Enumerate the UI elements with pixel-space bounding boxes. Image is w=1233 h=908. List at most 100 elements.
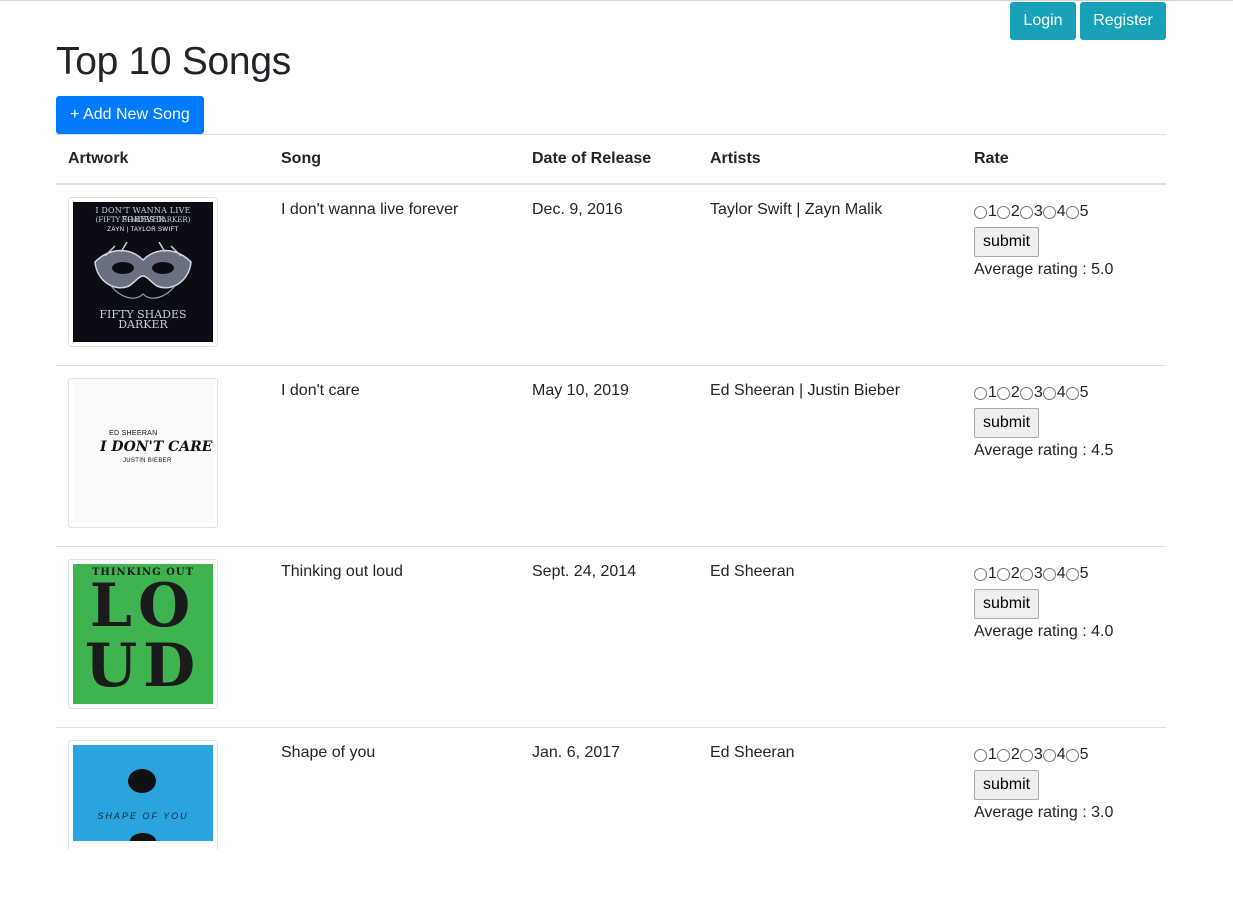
average-rating: Average rating : 4.5 [974,442,1154,460]
rating-radio-5[interactable] [1066,749,1079,762]
songs-table: Artwork Song Date of Release Artists Rat… [56,134,1166,908]
rate-cell: 1 2 3 4 5 submit Average rating : 3.0 [962,728,1166,908]
submit-rating-button[interactable]: submit [974,227,1039,257]
artists: Ed Sheeran [698,547,962,728]
artists: Taylor Swift | Zayn Malik [698,184,962,366]
song-title: Shape of you [269,728,520,908]
rating-label: 5 [1080,384,1089,402]
rating-radio-group: 1 2 3 4 5 [974,384,1154,402]
release-date: May 10, 2019 [520,366,698,547]
rating-radio-4[interactable] [1043,568,1056,581]
rating-label: 2 [1011,565,1020,583]
cover-text: (FIFTY SHADES DARKER) [73,216,213,224]
rating-label: 1 [988,746,997,764]
cover-dot [130,833,156,841]
album-cover-image: SHAPE OF YOU [73,745,213,841]
rate-cell: 1 2 3 4 5 submit Average rating : 4.5 [962,366,1166,547]
rating-label: 2 [1011,746,1020,764]
album-artwork: ED SHEERAN I DON'T CARE JUSTIN BIEBER [68,378,218,528]
rating-label: 3 [1034,565,1043,583]
header-song: Song [269,135,520,185]
rating-label: 5 [1080,565,1089,583]
rating-radio-2[interactable] [997,568,1010,581]
song-title: I don't care [269,366,520,547]
album-artwork: THINKING OUT LO UD [68,559,218,709]
rating-radio-1[interactable] [974,206,987,219]
rating-label: 4 [1057,746,1066,764]
average-rating: Average rating : 3.0 [974,804,1154,822]
release-date: Sept. 24, 2014 [520,547,698,728]
rating-label: 3 [1034,746,1043,764]
register-button[interactable]: Register [1080,2,1166,40]
album-cover-image: THINKING OUT LO UD [73,564,213,704]
album-cover-image: ED SHEERAN I DON'T CARE JUSTIN BIEBER [73,383,213,523]
album-artwork: I DON'T WANNA LIVE FOREVER (FIFTY SHADES… [68,197,218,347]
rating-label: 4 [1057,565,1066,583]
rating-radio-group: 1 2 3 4 5 [974,565,1154,583]
rating-radio-1[interactable] [974,387,987,400]
auth-buttons: Login Register [1010,2,1166,40]
artists: Ed Sheeran [698,728,962,908]
rating-radio-5[interactable] [1066,387,1079,400]
add-new-song-button[interactable]: + Add New Song [56,96,204,134]
cover-text: JUSTIN BIEBER [123,458,172,464]
login-button[interactable]: Login [1010,2,1076,40]
table-row: SHAPE OF YOU Shape of you Jan. 6, 2017 E… [56,728,1166,908]
header-rate: Rate [962,135,1166,185]
cover-dot [128,769,156,793]
rating-radio-2[interactable] [997,749,1010,762]
rating-radio-1[interactable] [974,749,987,762]
album-cover-image: I DON'T WANNA LIVE FOREVER (FIFTY SHADES… [73,202,213,342]
rating-radio-4[interactable] [1043,387,1056,400]
cover-text: LO [73,578,213,634]
header-date: Date of Release [520,135,698,185]
rating-radio-2[interactable] [997,387,1010,400]
rating-radio-2[interactable] [997,206,1010,219]
submit-rating-button[interactable]: submit [974,589,1039,619]
table-header-row: Artwork Song Date of Release Artists Rat… [56,135,1166,185]
rating-label: 1 [988,565,997,583]
song-title: Thinking out loud [269,547,520,728]
cover-text: DARKER [73,320,213,330]
cover-text: SHAPE OF YOU [73,811,213,821]
rating-radio-3[interactable] [1020,568,1033,581]
rating-label: 3 [1034,203,1043,221]
rating-radio-group: 1 2 3 4 5 [974,203,1154,221]
rating-radio-3[interactable] [1020,206,1033,219]
header-artwork: Artwork [56,135,269,185]
rating-radio-4[interactable] [1043,749,1056,762]
song-title: I don't wanna live forever [269,184,520,366]
average-rating: Average rating : 4.0 [974,623,1154,641]
submit-rating-button[interactable]: submit [974,770,1039,800]
cover-text: UD [73,638,213,694]
album-artwork: SHAPE OF YOU [68,740,218,850]
cover-text: I DON'T CARE [100,439,212,455]
top-divider [0,0,1233,1]
rating-radio-4[interactable] [1043,206,1056,219]
rating-radio-3[interactable] [1020,387,1033,400]
submit-rating-button[interactable]: submit [974,408,1039,438]
table-row: I DON'T WANNA LIVE FOREVER (FIFTY SHADES… [56,184,1166,366]
rating-radio-1[interactable] [974,568,987,581]
artwork-cell: SHAPE OF YOU [56,728,269,908]
cover-text: ZAYN | TAYLOR SWIFT [73,227,213,233]
artwork-cell: ED SHEERAN I DON'T CARE JUSTIN BIEBER [56,366,269,547]
page-title: Top 10 Songs [56,40,291,84]
header-artists: Artists [698,135,962,185]
rating-radio-5[interactable] [1066,206,1079,219]
table-row: ED SHEERAN I DON'T CARE JUSTIN BIEBER I … [56,366,1166,547]
rate-cell: 1 2 3 4 5 submit Average rating : 5.0 [962,184,1166,366]
masquerade-mask-icon [91,242,195,304]
release-date: Dec. 9, 2016 [520,184,698,366]
cover-text: FIFTY SHADES DARKER [73,310,213,330]
rating-radio-3[interactable] [1020,749,1033,762]
rating-label: 4 [1057,203,1066,221]
artists: Ed Sheeran | Justin Bieber [698,366,962,547]
rating-radio-5[interactable] [1066,568,1079,581]
rating-radio-group: 1 2 3 4 5 [974,746,1154,764]
rate-cell: 1 2 3 4 5 submit Average rating : 4.0 [962,547,1166,728]
rating-label: 4 [1057,384,1066,402]
rating-label: 3 [1034,384,1043,402]
cover-text: ED SHEERAN [109,430,158,437]
rating-label: 1 [988,384,997,402]
